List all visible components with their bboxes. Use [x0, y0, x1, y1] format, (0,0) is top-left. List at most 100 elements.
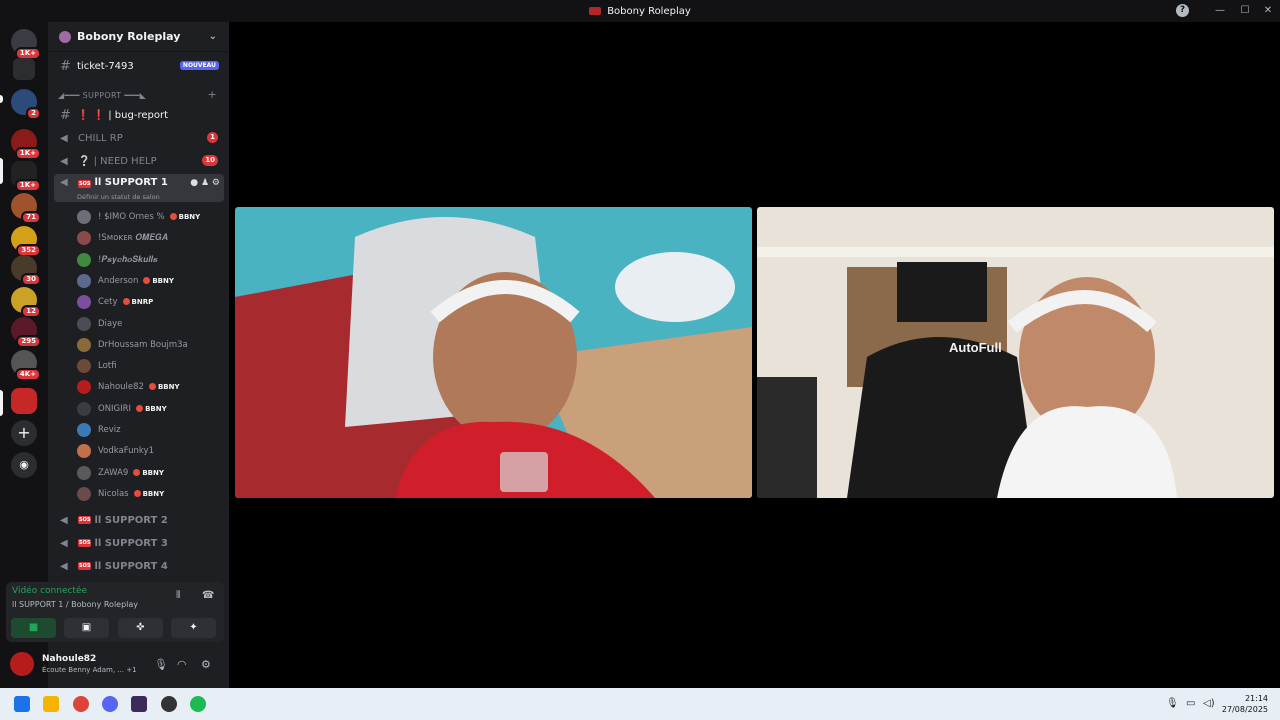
server-icon[interactable]: 295	[11, 317, 41, 348]
discover-icon[interactable]: ◉	[11, 452, 37, 478]
server-badge: 4K+	[14, 368, 41, 381]
server-icon[interactable]: 71	[11, 193, 41, 224]
activity-button[interactable]: ✜	[118, 618, 163, 638]
channel-label: CHILL RP	[78, 132, 123, 144]
system-clock[interactable]: 21:14 27/08/2025	[1222, 693, 1268, 715]
discord-icon[interactable]	[102, 696, 118, 712]
spotify-icon[interactable]	[190, 696, 206, 712]
server-icon[interactable]: 2	[11, 89, 41, 120]
avatar	[77, 210, 91, 224]
unread-pill	[0, 95, 3, 103]
active-server-pill	[0, 390, 3, 416]
headphones-icon[interactable]: ◠	[177, 658, 187, 671]
channel-bug-report[interactable]: # ❗ ❗ | bug-report	[54, 105, 224, 125]
voice-user-name: ! $IMO Ornes %	[98, 212, 165, 222]
new-badge: NOUVEAU	[179, 61, 219, 70]
minimize-icon[interactable]: —	[1212, 3, 1228, 19]
guild-header[interactable]: Bobony Roleplay ⌄	[48, 22, 229, 52]
video-tile[interactable]: AutoFull	[757, 207, 1274, 498]
taskbar: 🎙 ▭ ◁) 21:14 27/08/2025	[0, 688, 1280, 720]
voice-user-name: Nicolas	[98, 488, 129, 499]
voice-user[interactable]: Reviz	[77, 420, 224, 440]
channel-actions-icon[interactable]: ● ♟ ⚙	[190, 178, 220, 188]
microphone-icon[interactable]: 🎙	[154, 658, 168, 671]
voice-user[interactable]: ONIGIRI BBNY	[77, 399, 224, 419]
selected-pill	[0, 158, 3, 184]
guild-icon	[59, 30, 71, 43]
channel-status[interactable]: Définir un statut de salon	[77, 193, 160, 201]
channel-name-wrap: SOS ll SUPPORT 1	[78, 177, 168, 188]
server-icon[interactable]: 352	[11, 226, 41, 257]
channel-ticket[interactable]: # ticket-7493 NOUVEAU	[54, 56, 224, 76]
role-tag: BBNY	[143, 277, 174, 285]
voice-user[interactable]: !Sᴍᴏᴋᴇʀ 𝑶𝑴𝑬𝑮𝑨	[77, 228, 224, 248]
app-icon[interactable]	[161, 696, 177, 712]
voice-user[interactable]: Nahoule82 BBNY	[77, 377, 224, 397]
help-icon[interactable]: ?	[1176, 4, 1189, 17]
voice-user[interactable]: Cety BNRP	[77, 292, 224, 312]
speaker-icon: ◀	[60, 561, 68, 572]
count-badge: 1	[207, 132, 218, 143]
channel-label: ll SUPPORT 4	[94, 560, 168, 572]
noise-suppression-icon[interactable]: ⦀	[176, 590, 180, 601]
avatar[interactable]	[10, 652, 34, 676]
voice-user-name: ONIGIRI	[98, 403, 132, 414]
volume-icon[interactable]: ◁)	[1203, 698, 1215, 709]
discord-home-icon[interactable]: 1K+	[11, 29, 41, 60]
network-icon[interactable]: ▭	[1186, 698, 1195, 709]
app-icon[interactable]	[131, 696, 147, 712]
channel-support-1[interactable]: ◀ SOS ll SUPPORT 1 Définir un statut de s…	[54, 174, 224, 202]
channel-label: ll SUPPORT 3	[94, 537, 168, 549]
gear-icon[interactable]: ⚙	[201, 658, 211, 671]
avatar	[77, 486, 91, 501]
voice-user[interactable]: ZAWA9 BBNY	[77, 463, 224, 483]
microphone-tray-icon[interactable]: 🎙	[1166, 698, 1179, 709]
channel-support-2[interactable]: ◀ SOS ll SUPPORT 2	[54, 510, 224, 530]
server-icon[interactable]: 30	[11, 255, 41, 286]
voice-user[interactable]: Anderson BBNY	[77, 271, 224, 291]
bobony-server-icon[interactable]	[11, 388, 37, 414]
maximize-icon[interactable]: ☐	[1237, 3, 1253, 19]
voice-user[interactable]: Lotfi	[77, 356, 224, 376]
avatar	[77, 444, 91, 459]
file-explorer-icon[interactable]	[43, 696, 59, 712]
category-support[interactable]: ◢━━━ SUPPORT ━━━◣ +	[58, 88, 223, 101]
voice-user[interactable]: ! $IMO Ornes % BBNY	[77, 207, 224, 227]
close-icon[interactable]: ✕	[1260, 3, 1276, 19]
avatar	[77, 423, 91, 437]
voice-user-name: !𝑷𝒔𝒚𝒄𝒉𝒐𝑺𝒌𝒖𝒍𝒍𝒔	[98, 254, 158, 265]
server-icon[interactable]: 1K+	[11, 161, 41, 192]
channel-support-3[interactable]: ◀ SOS ll SUPPORT 3	[54, 533, 224, 553]
inbox-icon[interactable]	[13, 58, 35, 80]
title-bar: Bobony Roleplay ? — ☐ ✕	[0, 0, 1280, 22]
video-tile[interactable]	[235, 207, 752, 498]
voice-connection-panel: Vidéo connectée ll SUPPORT 1 / Bobony Ro…	[6, 582, 224, 642]
voice-user[interactable]: VodkaFunky1	[77, 441, 224, 461]
add-channel-icon[interactable]: +	[207, 88, 217, 101]
server-icon[interactable]: 1K+	[11, 129, 41, 160]
server-folder-icon[interactable]: 4K+	[11, 350, 41, 381]
user-name[interactable]: Nahoule82	[42, 654, 96, 664]
voice-user[interactable]: Diaye	[77, 314, 224, 334]
voice-user[interactable]: Nicolas BBNY	[77, 484, 224, 504]
channel-support-4[interactable]: ◀ SOS ll SUPPORT 4	[54, 556, 224, 576]
voice-status: Vidéo connectée	[12, 586, 88, 596]
voice-channel-link[interactable]: ll SUPPORT 1 / Bobony Roleplay	[12, 600, 138, 609]
window-title: Bobony Roleplay	[607, 5, 691, 17]
user-activity: Écoute Benny Adam, ... +1	[42, 666, 137, 674]
start-icon[interactable]	[14, 696, 30, 712]
voice-user-name: Anderson	[98, 275, 139, 286]
chrome-icon[interactable]	[73, 696, 89, 712]
voice-user[interactable]: !𝑷𝒔𝒚𝒄𝒉𝒐𝑺𝒌𝒖𝒍𝒍𝒔	[77, 250, 224, 270]
disconnect-icon[interactable]: ☎	[202, 590, 214, 601]
role-tag: BBNY	[136, 405, 167, 413]
camera-button[interactable]: ■	[11, 618, 56, 638]
add-server-icon[interactable]: +	[11, 420, 37, 446]
channel-chill-rp[interactable]: ◀ CHILL RP 1	[54, 128, 224, 148]
screen-share-button[interactable]: ▣	[64, 618, 109, 638]
voice-user[interactable]: DrHoussam Boujm3a	[77, 335, 224, 355]
channel-need-help[interactable]: ◀ ❔ | NEED HELP 10	[54, 151, 224, 171]
chevron-down-icon: ⌄	[208, 31, 217, 42]
server-icon[interactable]: 12	[11, 287, 41, 318]
soundboard-button[interactable]: ✦	[171, 618, 216, 638]
